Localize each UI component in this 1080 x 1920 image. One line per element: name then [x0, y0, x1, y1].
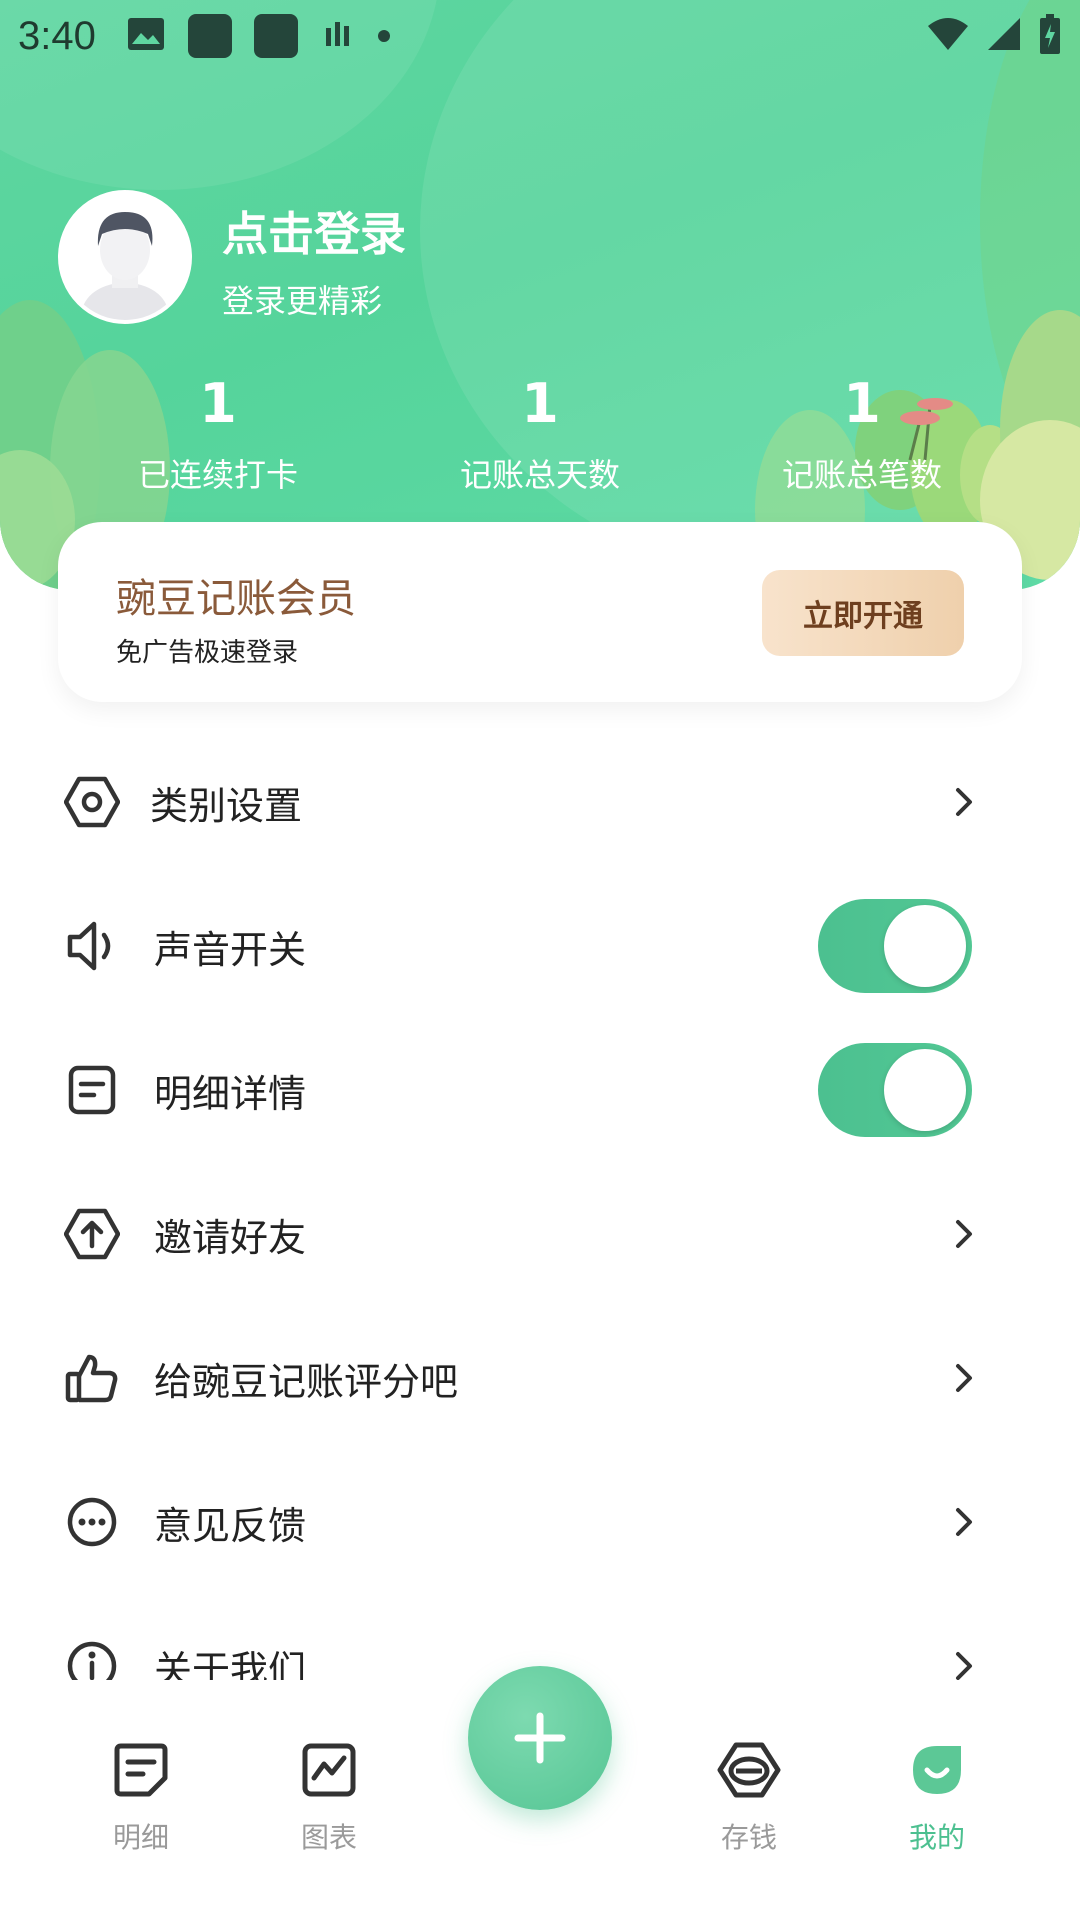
chevron-right-icon: [956, 1220, 972, 1248]
stat-value: 1: [843, 372, 881, 435]
menu-item-invite-friends[interactable]: 邀请好友: [0, 1162, 1080, 1306]
signal-icon: [986, 16, 1022, 56]
toggle-knob: [884, 1049, 966, 1131]
menu-item-detail: 明细详情: [0, 1018, 1080, 1162]
nav-label: 图表: [300, 1821, 357, 1854]
menu-label: 声音开关: [154, 927, 307, 972]
stat-value: 1: [199, 372, 237, 435]
piggy-bank-icon: [717, 1740, 781, 1800]
member-card[interactable]: 豌豆记账会员 免广告极速登录 立即开通: [58, 522, 1022, 702]
menu-label: 关于我们: [154, 1647, 307, 1681]
stat-value: 1: [521, 372, 559, 435]
nav-tab-details[interactable]: 明细: [76, 1740, 206, 1856]
hexagon-settings-icon: [62, 772, 122, 832]
gallery-icon: [126, 16, 166, 56]
login-subtitle: 登录更精彩: [222, 282, 383, 320]
stat-total-entries: 1 记账总笔数: [742, 372, 982, 496]
stat-label: 记账总笔数: [781, 456, 942, 494]
wifi-icon: [926, 16, 970, 56]
menu-item-feedback[interactable]: 意见反馈: [0, 1450, 1080, 1594]
chat-bubble-icon: [62, 1492, 122, 1552]
stat-total-days: 1 记账总天数: [420, 372, 660, 496]
status-time: 3:40: [18, 13, 96, 58]
stat-label: 已连续打卡: [137, 456, 298, 494]
speaker-icon: [62, 916, 122, 976]
profile-smile-icon: [907, 1740, 967, 1800]
chevron-right-icon: [956, 1508, 972, 1536]
nav-label: 存钱: [720, 1821, 777, 1854]
status-bar: 3:40: [0, 0, 1080, 72]
chevron-right-icon: [956, 1364, 972, 1392]
app-notification-icon: [187, 14, 232, 58]
stat-checkin-streak: 1 已连续打卡: [98, 372, 338, 496]
notes-icon: [111, 1740, 171, 1800]
add-record-button[interactable]: [468, 1666, 612, 1810]
detail-toggle[interactable]: [818, 1043, 972, 1137]
nav-tab-charts[interactable]: 图表: [264, 1740, 394, 1856]
nav-tab-savings[interactable]: 存钱: [684, 1740, 814, 1856]
settings-menu: 类别设置 声音开关 明细详情 邀请好友 给豌豆记账评分吧 意见反馈 关于我们: [0, 730, 1080, 1680]
menu-label: 给豌豆记账评分吧: [154, 1359, 459, 1404]
chevron-right-icon: [956, 1652, 972, 1680]
activate-membership-button[interactable]: 立即开通: [762, 570, 964, 656]
menu-label: 明细详情: [154, 1071, 307, 1116]
menu-label: 类别设置: [150, 783, 303, 828]
menu-item-category-settings[interactable]: 类别设置: [0, 730, 1080, 874]
login-title[interactable]: 点击登录: [222, 198, 406, 264]
chevron-right-icon: [956, 788, 972, 816]
nav-label: 明细: [112, 1821, 169, 1854]
plus-icon: [514, 1712, 566, 1764]
more-dot-icon: [377, 30, 390, 42]
menu-item-sound: 声音开关: [0, 874, 1080, 1018]
share-upload-icon: [62, 1204, 122, 1264]
menu-item-rate-app[interactable]: 给豌豆记账评分吧: [0, 1306, 1080, 1450]
sound-toggle[interactable]: [818, 899, 972, 993]
member-subtitle: 免广告极速登录: [116, 638, 299, 668]
avatar[interactable]: [58, 190, 192, 324]
menu-label: 意见反馈: [154, 1503, 307, 1548]
thumbs-up-icon: [62, 1348, 122, 1408]
nav-label: 我的: [908, 1821, 965, 1854]
menu-label: 邀请好友: [154, 1215, 307, 1260]
member-title: 豌豆记账会员: [116, 576, 356, 622]
info-icon: [62, 1636, 122, 1680]
toggle-knob: [884, 905, 966, 987]
app-notification-icon-2: [253, 14, 298, 58]
tools-icon: [320, 16, 356, 56]
document-icon: [62, 1060, 122, 1120]
battery-icon: [1038, 14, 1062, 58]
chart-icon: [299, 1740, 359, 1800]
nav-tab-mine[interactable]: 我的: [872, 1740, 1002, 1856]
stat-label: 记账总天数: [459, 456, 620, 494]
